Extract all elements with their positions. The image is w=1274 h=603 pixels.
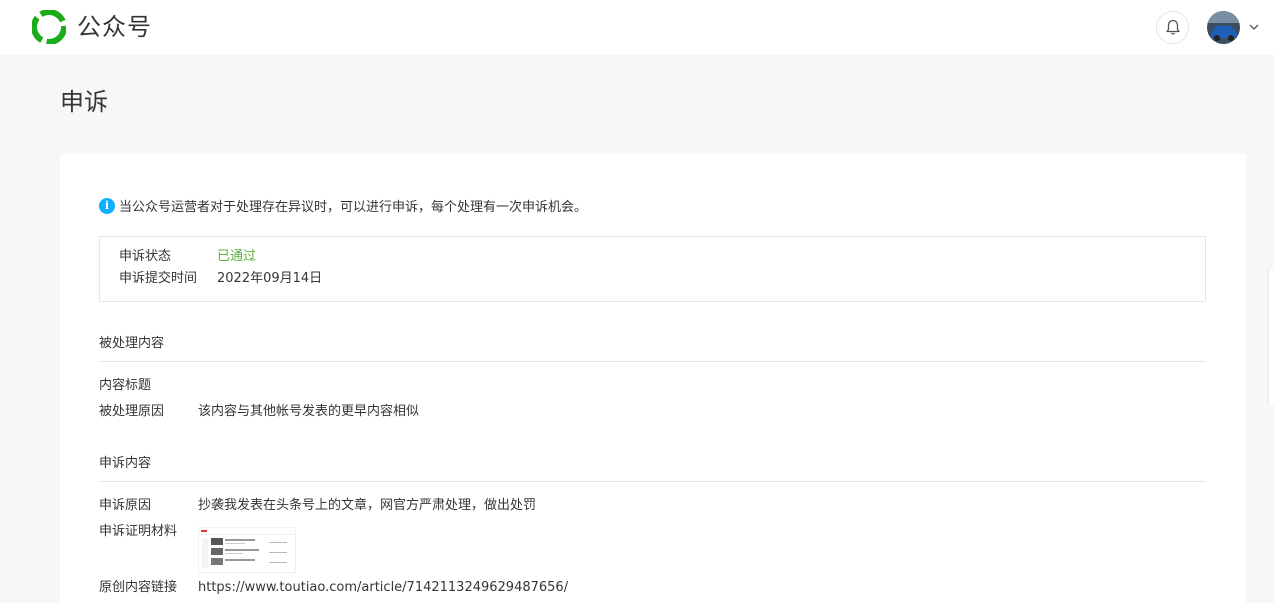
- submit-time-label: 申诉提交时间: [119, 271, 198, 286]
- bell-icon: [1165, 19, 1180, 35]
- appeal-status-box: 申诉状态 已通过 申诉提交时间 2022年09月14日: [99, 236, 1206, 302]
- status-label: 申诉状态: [119, 249, 172, 264]
- page-title: 申诉: [60, 88, 108, 116]
- appeal-content-heading: 申诉内容: [99, 455, 1206, 482]
- status-badge: 已通过: [217, 249, 257, 264]
- user-avatar[interactable]: [1207, 11, 1240, 44]
- top-bar: 公众号: [0, 0, 1274, 55]
- appeal-notice: i 当公众号运营者对于处理存在异议时，可以进行申诉，每个处理有一次申诉机会。: [99, 196, 587, 215]
- processed-reason-label: 被处理原因: [99, 404, 165, 419]
- notice-text: 当公众号运营者对于处理存在异议时，可以进行申诉，每个处理有一次申诉机会。: [119, 200, 588, 215]
- submit-time-value: 2022年09月14日: [217, 271, 323, 286]
- original-link[interactable]: https://www.toutiao.com/article/71421132…: [198, 579, 568, 597]
- wechat-mp-logo-icon[interactable]: [32, 10, 66, 44]
- original-link-label: 原创内容链接: [99, 580, 178, 595]
- appeal-detail-card: i 当公众号运营者对于处理存在异议时，可以进行申诉，每个处理有一次申诉机会。 申…: [60, 154, 1246, 603]
- proof-material-label: 申诉证明材料: [99, 524, 178, 539]
- appeal-reason-value: 抄袭我发表在头条号上的文章，网官方严肃处理，做出处罚: [198, 498, 537, 513]
- info-icon: i: [99, 197, 115, 214]
- proof-screenshot-thumbnail[interactable]: [198, 527, 296, 573]
- side-panel-edge: [1268, 270, 1274, 405]
- processed-content-heading: 被处理内容: [99, 335, 1206, 362]
- processed-reason-value: 该内容与其他帐号发表的更早内容相似: [198, 404, 420, 419]
- chevron-down-icon[interactable]: [1248, 22, 1260, 32]
- appeal-reason-label: 申诉原因: [99, 498, 152, 513]
- content-title-label: 内容标题: [99, 378, 152, 393]
- brand-name[interactable]: 公众号: [77, 12, 152, 42]
- notification-button[interactable]: [1156, 11, 1189, 44]
